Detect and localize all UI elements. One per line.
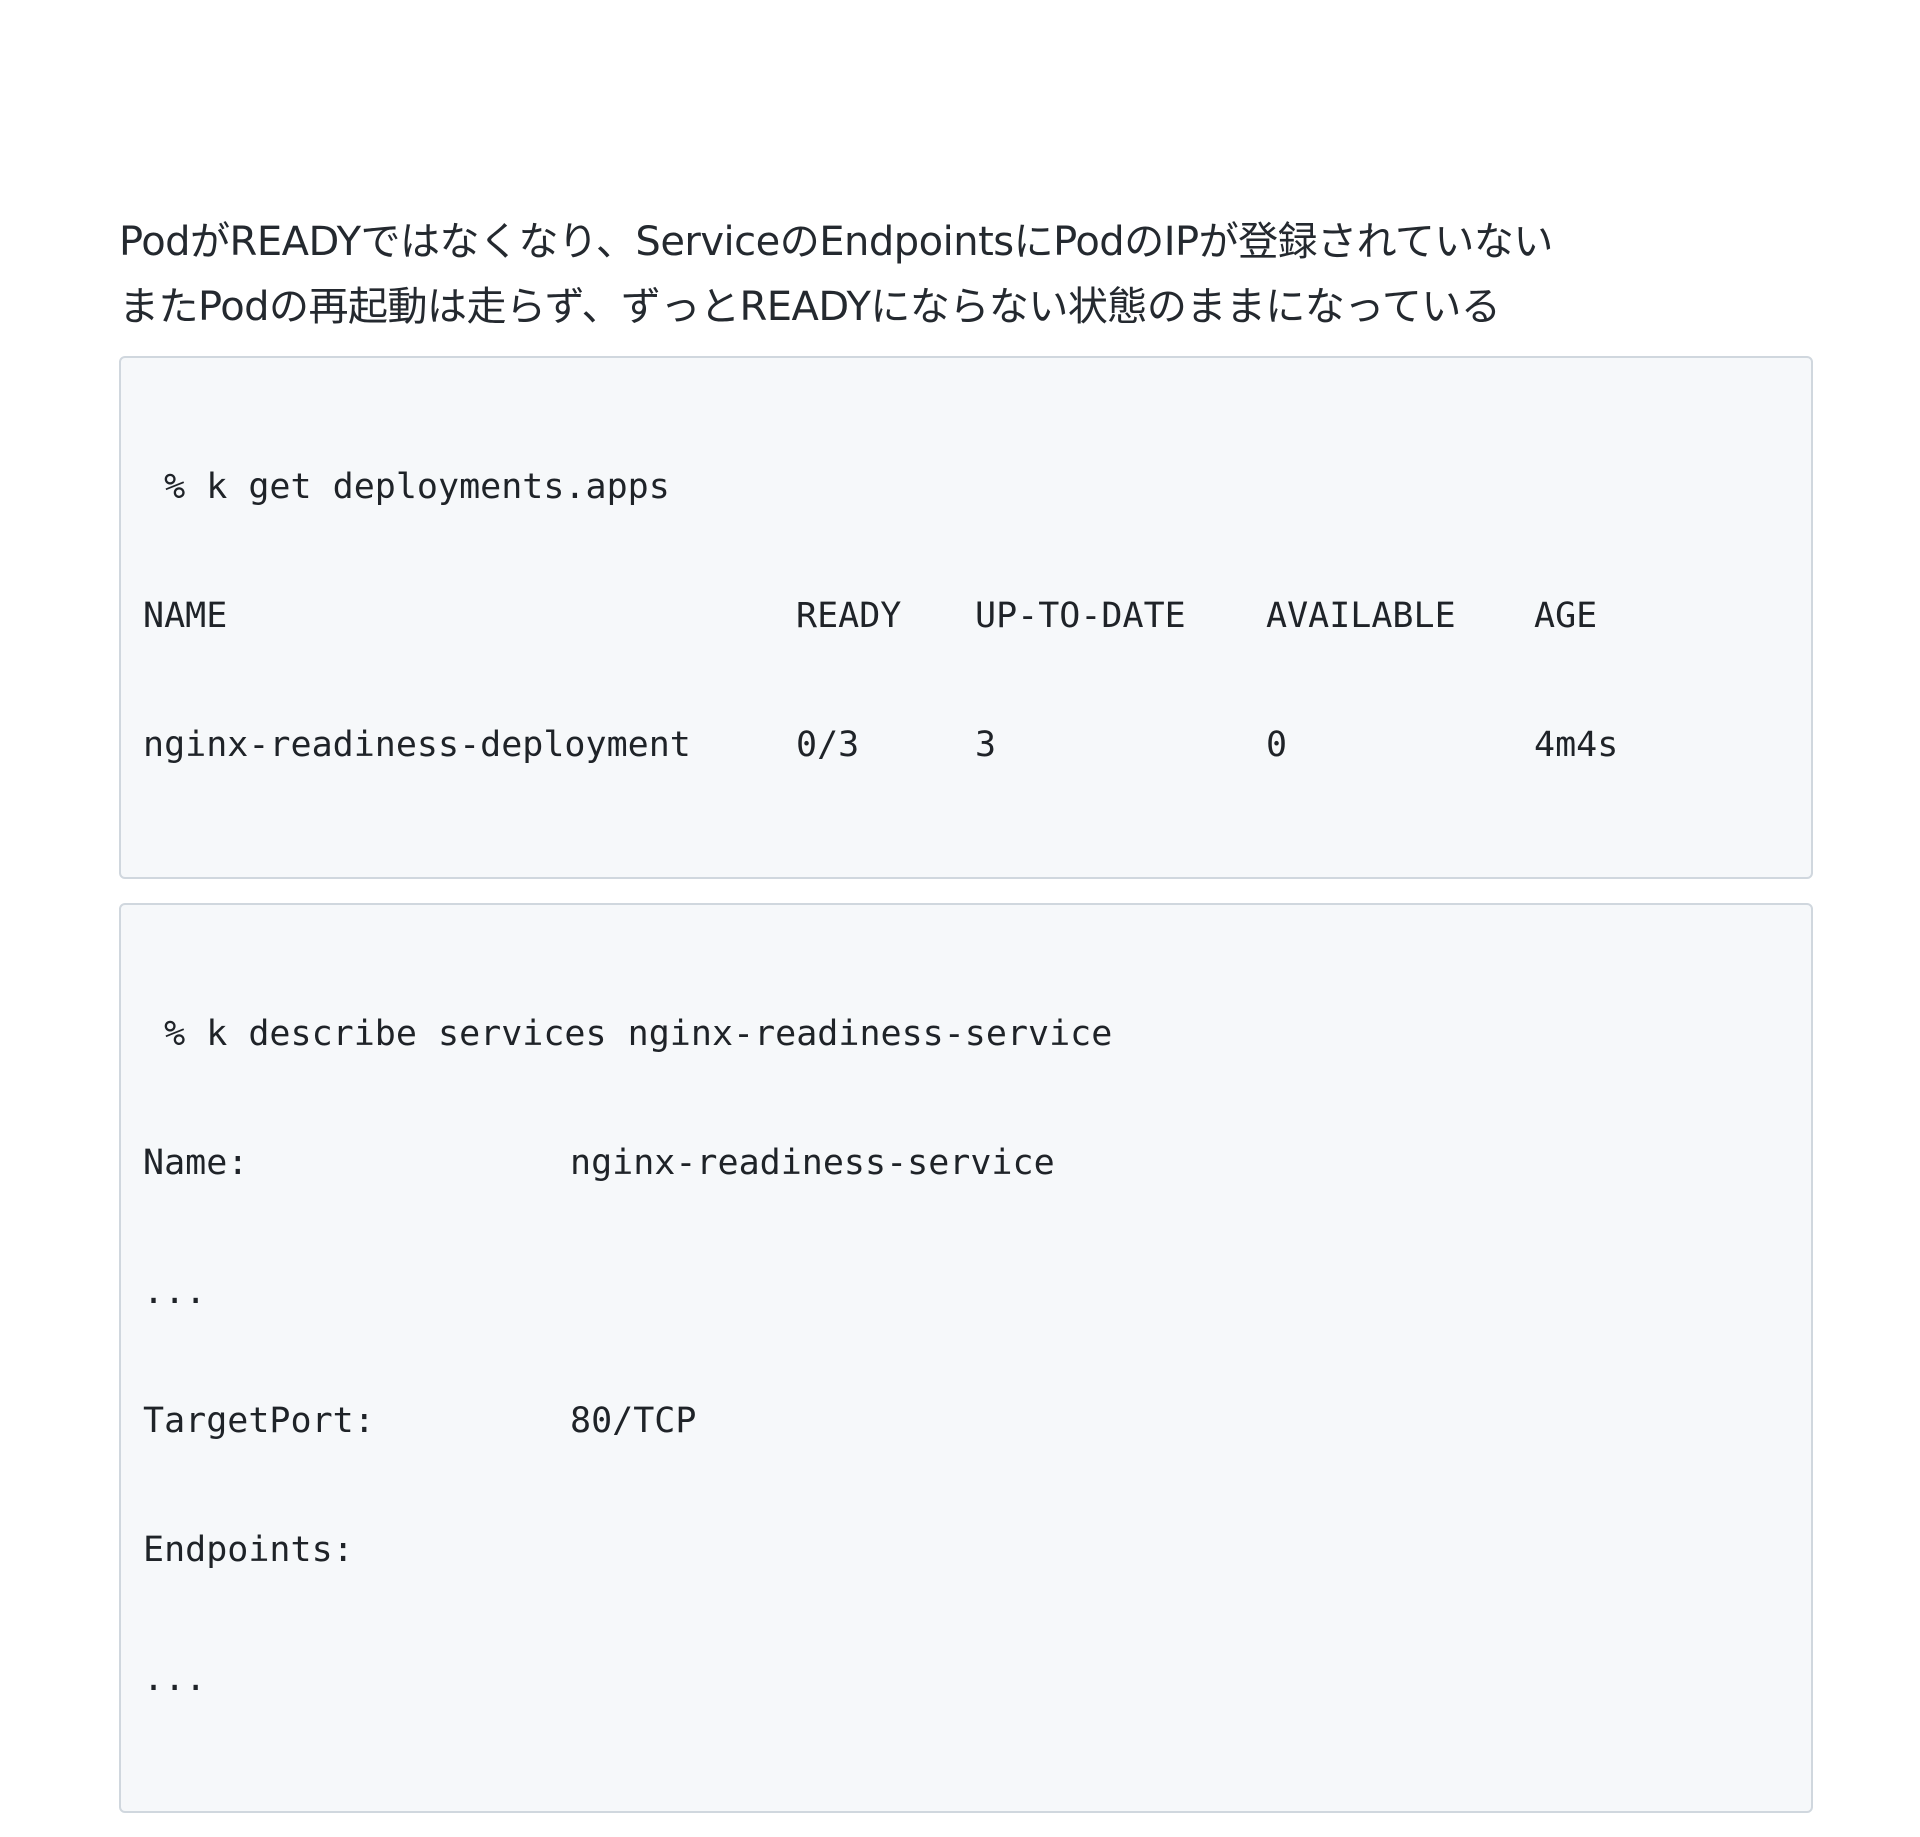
header-name: NAME — [143, 596, 228, 636]
cell-up-to-date: 3 — [975, 725, 997, 765]
header-available: AVAILABLE — [1266, 596, 1456, 636]
lead-line-2: またPodの再起動は走らず、ずっとREADYにならない状態のままになっている — [119, 284, 1501, 330]
deployments-header-row: NAME READY UP-TO-DATE AVAILABLE AGE — [143, 595, 1789, 638]
service-line-value: 80/TCP — [570, 1401, 697, 1441]
header-up-to-date: UP-TO-DATE — [975, 596, 1186, 636]
service-line: Endpoints: — [143, 1529, 1789, 1572]
deployments-command: % k get deployments.apps — [143, 467, 670, 507]
service-line-label: ... — [143, 1659, 207, 1699]
lead-paragraph: PodがREADYではなくなり、ServiceのEndpointsにPodのIP… — [119, 210, 1813, 340]
deployments-code-block: % k get deployments.apps NAME READY UP-TO-… — [119, 356, 1813, 879]
service-line: TargetPort: 80/TCP — [143, 1400, 1789, 1443]
cell-available: 0 — [1266, 725, 1288, 765]
header-age: AGE — [1534, 596, 1598, 636]
service-line: ... — [143, 1658, 1789, 1701]
service-line-label: Endpoints: — [143, 1530, 354, 1570]
cell-age: 4m4s — [1534, 725, 1619, 765]
cell-name: nginx-readiness-deployment — [143, 725, 691, 765]
deployments-row: nginx-readiness-deployment 0/3 3 0 4m4s — [143, 724, 1789, 767]
service-line: ... — [143, 1271, 1789, 1314]
service-line-label: ... — [143, 1272, 207, 1312]
service-command: % k describe services nginx-readiness-se… — [143, 1014, 1113, 1054]
service-line-label: Name: — [143, 1143, 249, 1183]
lead-line-1: PodがREADYではなくなり、ServiceのEndpointsにPodのIP… — [119, 219, 1553, 265]
cell-ready: 0/3 — [796, 725, 860, 765]
slide-content: PodがREADYではなくなり、ServiceのEndpointsにPodのIP… — [119, 210, 1813, 1837]
service-line: Name: nginx-readiness-service — [143, 1142, 1789, 1185]
header-ready: READY — [796, 596, 902, 636]
service-line-value: nginx-readiness-service — [570, 1143, 1055, 1183]
service-line-label: TargetPort: — [143, 1401, 375, 1441]
service-code-block: % k describe services nginx-readiness-se… — [119, 903, 1813, 1813]
